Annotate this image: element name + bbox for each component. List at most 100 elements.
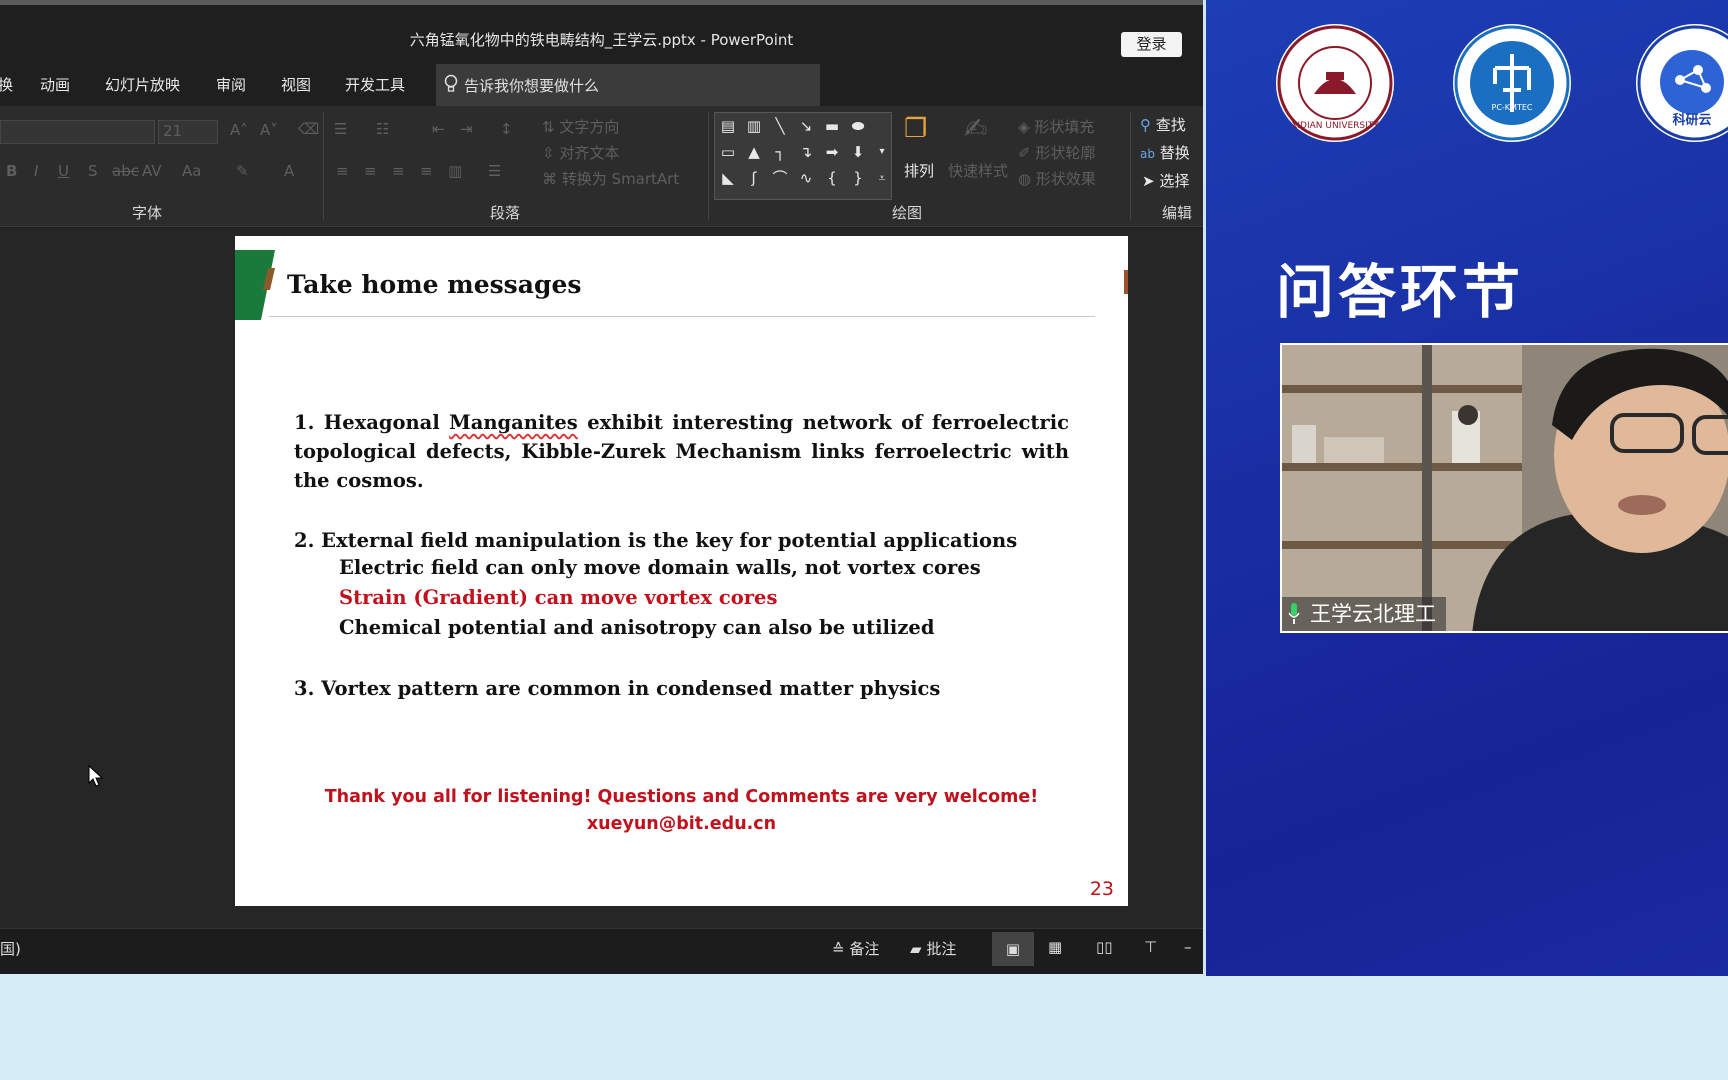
font-size-box[interactable]: 21 [158, 120, 218, 144]
right-arrow-shape-icon[interactable]: ➡ [821, 142, 843, 162]
tell-me-search[interactable]: 告诉我你想要做什么 [436, 64, 820, 106]
lightbulb-icon [444, 74, 458, 92]
conference-panel: XIDIAN UNIVERSITY PC-KMTEC 科研云 问答环节 王学云北… [1206, 0, 1728, 976]
char-spacing-icon[interactable]: AV [142, 162, 162, 180]
shape-fill-button[interactable]: ◈ 形状填充 [1018, 116, 1094, 137]
gallery-more-icon[interactable]: ⩡ [871, 168, 893, 188]
find-icon: ⚲ [1140, 116, 1151, 134]
line-spacing-icon[interactable]: ↕ [500, 120, 513, 138]
speaker-video-feed[interactable]: 王学云北理工 [1280, 343, 1728, 633]
replace-label: 替换 [1159, 144, 1190, 162]
shapes-gallery[interactable]: ▤ ▥ ╲ ↘ ▬ ⬬ ▭ ▲ ┐ ↴ ➡ ⬇ ◣ ʃ ⌒ ∿ { } ▾ ⩡ [714, 112, 892, 200]
point-2-sub-1: Electric field can only move domain wall… [339, 556, 981, 579]
smartart-button[interactable]: ⌘ 转换为 SmartArt [542, 168, 679, 189]
bullets-icon[interactable]: ☰ [334, 120, 347, 138]
elbow-connector-shape-icon[interactable]: ┐ [769, 142, 791, 162]
quick-styles-button[interactable]: ✍ 快速样式 [948, 112, 1012, 192]
tab-animations[interactable]: 动画 [40, 74, 70, 95]
select-button[interactable]: ➤ 选择 [1142, 170, 1189, 191]
italic-icon[interactable]: I [34, 162, 38, 180]
normal-view-icon[interactable]: ▣ [992, 932, 1034, 966]
point-3: 3. Vortex pattern are common in condense… [294, 677, 941, 700]
find-label: 查找 [1155, 116, 1186, 134]
replace-button[interactable]: ab 替换 [1140, 142, 1190, 163]
select-label: 选择 [1159, 172, 1190, 190]
curve-shape-icon[interactable]: ∿ [795, 168, 817, 188]
align-center-icon[interactable]: ≡ [364, 162, 377, 180]
rounded-rect-shape-icon[interactable]: ▭ [717, 142, 739, 162]
textbox-shape-icon[interactable]: ▤ [717, 116, 739, 136]
bold-icon[interactable]: B [6, 162, 17, 180]
align-right-icon[interactable]: ≡ [392, 162, 405, 180]
microphone-icon [1288, 603, 1300, 624]
change-case-icon[interactable]: Aa [182, 162, 201, 180]
left-brace-shape-icon[interactable]: { [821, 168, 843, 188]
ribbon-separator [323, 112, 324, 220]
zoom-out-icon[interactable]: – [1184, 938, 1192, 956]
numbering-icon[interactable]: ☷ [376, 120, 389, 138]
elbow-arrow-shape-icon[interactable]: ↴ [795, 142, 817, 162]
speaker-video-image [1282, 345, 1728, 631]
highlight-icon[interactable]: ✎ [236, 162, 249, 180]
decrease-indent-icon[interactable]: ⇤ [432, 120, 445, 138]
tell-me-label: 告诉我你想要做什么 [464, 77, 600, 95]
slideshow-view-icon[interactable]: ⊤ [1144, 938, 1157, 956]
notes-label: 备注 [849, 940, 880, 958]
replace-icon: ab [1140, 147, 1155, 161]
slide-canvas[interactable]: Take home messages 1. Hexagonal Manganit… [235, 236, 1128, 906]
down-arrow-shape-icon[interactable]: ⬇ [847, 142, 869, 162]
columns-icon[interactable]: ▥ [448, 162, 462, 180]
page-number: 23 [1089, 878, 1114, 900]
comments-label: 批注 [926, 940, 957, 958]
quick-styles-label: 快速样式 [948, 162, 1009, 180]
font-name-box[interactable] [0, 120, 155, 144]
spellcheck-word: Manganites [449, 411, 578, 434]
freeform-shape-icon[interactable]: ◣ [717, 168, 739, 188]
tab-transitions[interactable]: 换 [0, 74, 13, 95]
increase-indent-icon[interactable]: ⇥ [460, 120, 473, 138]
vertical-textbox-shape-icon[interactable]: ▥ [743, 116, 765, 136]
paragraph-dialog-icon[interactable]: ☰ [488, 162, 501, 180]
find-button[interactable]: ⚲ 查找 [1140, 114, 1186, 135]
arrow-line-shape-icon[interactable]: ↘ [795, 116, 817, 136]
strikethrough-icon[interactable]: abc [112, 162, 139, 180]
scribble-shape-icon[interactable]: ʃ [743, 168, 765, 188]
triangle-shape-icon[interactable]: ▲ [743, 142, 765, 162]
arrange-button[interactable]: ❐ 排列 [898, 112, 944, 192]
line-shape-icon[interactable]: ╲ [769, 116, 791, 136]
point-1: 1. Hexagonal Manganites exhibit interest… [294, 408, 1069, 495]
arc-shape-icon[interactable]: ⌒ [769, 168, 791, 188]
tab-review[interactable]: 审阅 [216, 74, 246, 95]
shape-outline-button[interactable]: ✐ 形状轮廓 [1018, 142, 1095, 163]
gallery-scroll-icon[interactable]: ▾ [871, 142, 893, 162]
point-2: 2. External field manipulation is the ke… [294, 529, 1018, 552]
rectangle-shape-icon[interactable]: ▬ [821, 116, 843, 136]
cursor-select-icon: ➤ [1142, 172, 1155, 190]
tab-developer[interactable]: 开发工具 [345, 74, 405, 95]
comments-button[interactable]: ▰ 批注 [910, 938, 956, 959]
grow-font-icon[interactable]: A˄ [230, 121, 248, 139]
clear-format-icon[interactable]: ⌫ [298, 120, 319, 138]
reading-view-icon[interactable]: ▯▯ [1096, 938, 1113, 956]
participant-name-tag: 王学云北理工 [1282, 597, 1446, 631]
slide-sorter-icon[interactable]: ▦ [1048, 938, 1062, 956]
tab-slideshow[interactable]: 幻灯片放映 [105, 74, 180, 95]
font-color-icon[interactable]: A [284, 162, 294, 180]
oval-shape-icon[interactable]: ⬬ [847, 116, 869, 136]
right-brace-shape-icon[interactable]: } [847, 168, 869, 188]
title-bar: 六角锰氧化物中的铁电畴结构_王学云.pptx - PowerPoint 登录 [0, 0, 1203, 62]
login-button[interactable]: 登录 [1121, 32, 1182, 57]
text-direction-button[interactable]: ⇅ 文字方向 [542, 116, 619, 137]
font-size-value: 21 [163, 122, 183, 140]
shadow-icon[interactable]: S [88, 162, 98, 180]
align-text-button[interactable]: ⇳ 对齐文本 [542, 142, 619, 163]
shrink-font-icon[interactable]: A˅ [260, 121, 278, 139]
powerpoint-window: 六角锰氧化物中的铁电畴结构_王学云.pptx - PowerPoint 登录 换… [0, 0, 1203, 974]
shape-effects-button[interactable]: ◍ 形状效果 [1018, 168, 1096, 189]
align-left-icon[interactable]: ≡ [336, 162, 349, 180]
notes-button[interactable]: ≙ 备注 [832, 938, 879, 959]
justify-icon[interactable]: ≡ [420, 162, 433, 180]
underline-icon[interactable]: U [58, 162, 69, 180]
tab-view[interactable]: 视图 [281, 74, 311, 95]
xidian-university-logo: XIDIAN UNIVERSITY [1276, 24, 1394, 142]
